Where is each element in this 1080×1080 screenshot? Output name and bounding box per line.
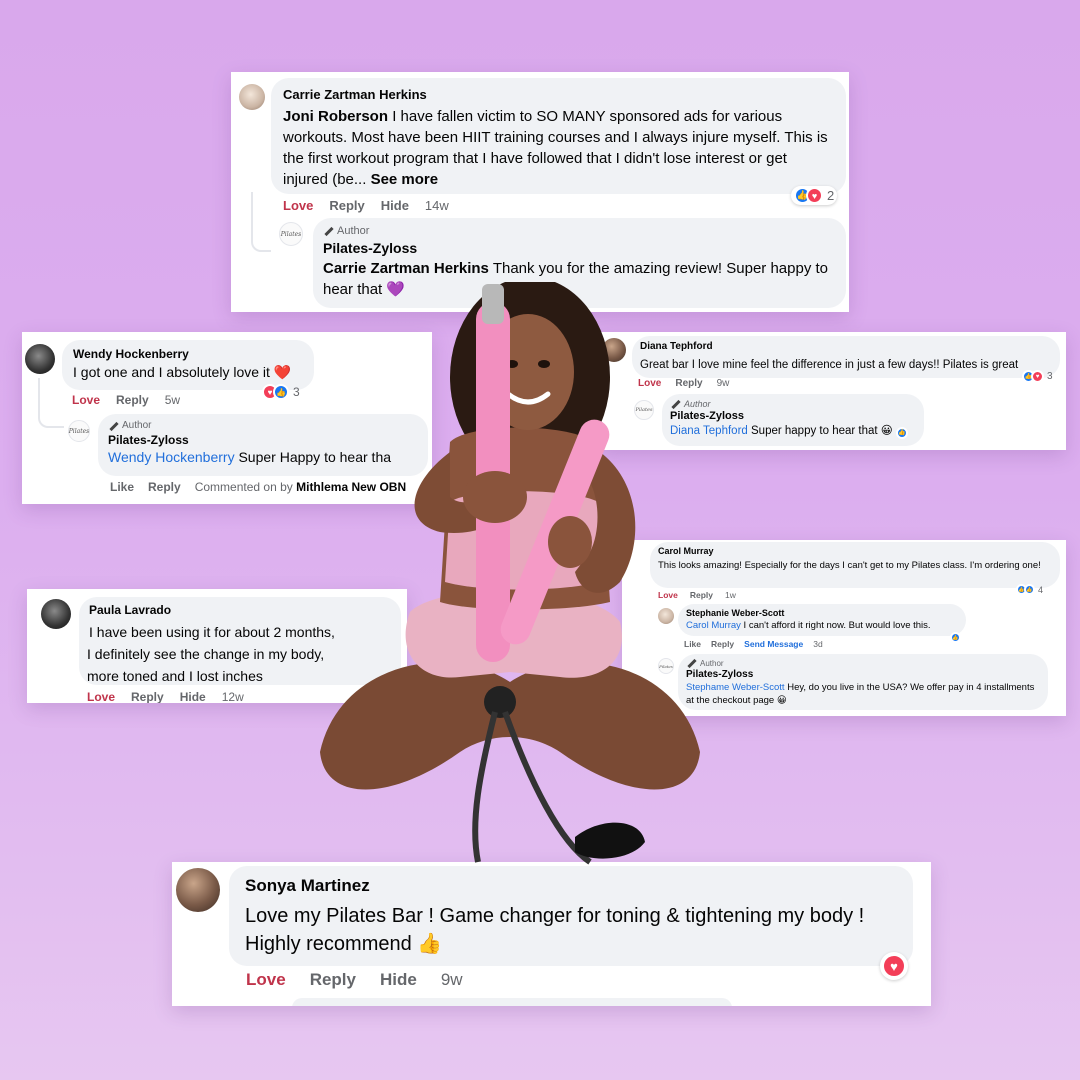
pilates-zyloss-avatar[interactable]: Pilates (279, 222, 303, 246)
reaction-summary[interactable]: 👍 ♥ 3 (1022, 370, 1053, 383)
reaction-count: 2 (827, 188, 835, 203)
mention-link[interactable]: Joni Roberson (283, 108, 388, 125)
reply-action[interactable]: Reply (329, 198, 364, 213)
heart-icon: ❤️ (273, 364, 292, 380)
reply-bubble: Author Pilates-Zyloss Stephame Weber-Sco… (678, 654, 1048, 710)
smile-icon: 😀 (776, 695, 787, 706)
reaction-count: 4 (1038, 584, 1044, 595)
comment-actions: Love Reply Hide 9w (246, 970, 463, 990)
love-action[interactable]: Love (87, 690, 115, 703)
like-action[interactable]: Like (110, 480, 134, 494)
timestamp[interactable]: 1w (725, 590, 736, 600)
logo-text: Pilates (68, 427, 90, 435)
reply-author-name[interactable]: Pilates-Zyloss (686, 669, 1040, 680)
timestamp[interactable]: 3d (813, 639, 822, 649)
comment-text: I got one and I absolutely love it (73, 364, 270, 380)
hide-action[interactable]: Hide (381, 198, 409, 213)
reply-text: I can't afford it right now. But would l… (743, 620, 931, 631)
commenter-name[interactable]: Wendy Hockenberry (73, 347, 303, 361)
reply-text: Super happy to hear that (751, 425, 878, 437)
mention-link[interactable]: Wendy Hockenberry (108, 449, 235, 465)
comment-actions: Love Reply 5w (72, 393, 180, 407)
avatar[interactable] (25, 344, 55, 374)
reaction-summary[interactable]: 👍 👍 4 (1016, 584, 1043, 595)
reply-action[interactable]: Reply (131, 690, 164, 703)
hand (548, 516, 592, 568)
love-action[interactable]: Love (246, 970, 286, 990)
woman-with-pilates-bar-photo (320, 282, 700, 865)
pencil-icon (108, 421, 118, 431)
comment-card-sonya: Sonya Martinez Love my Pilates Bar ! Gam… (172, 862, 931, 1006)
author-label: Author (122, 420, 152, 431)
reaction-summary[interactable]: 👍 (950, 632, 961, 643)
thread-line (38, 378, 64, 428)
reaction-summary[interactable]: ♥ (880, 952, 908, 980)
love-reaction-icon: ♥ (806, 187, 823, 204)
comment-bubble: Wendy Hockenberry I got one and I absolu… (62, 340, 314, 390)
comment-actions: Love Reply Hide 14w (283, 198, 449, 213)
comment-card-carrie: Carrie Zartman Herkins Joni Roberson I h… (231, 72, 849, 312)
reaction-summary[interactable]: ♥ 👍 3 (262, 384, 300, 400)
timestamp[interactable]: 5w (165, 393, 180, 407)
pencil-icon (323, 226, 333, 236)
thread-line (251, 192, 271, 252)
foot-strap (575, 822, 645, 859)
reply-author-name[interactable]: Stephanie Weber-Scott (686, 608, 958, 618)
love-action[interactable]: Love (72, 393, 100, 407)
author-badge: Author (323, 225, 836, 237)
reply-action[interactable]: Reply (148, 480, 181, 494)
see-more-link[interactable]: See more (371, 171, 439, 188)
timestamp[interactable]: 14w (425, 198, 449, 213)
timestamp[interactable]: 12w (222, 690, 244, 703)
avatar[interactable] (41, 599, 71, 629)
pilates-zyloss-avatar[interactable]: Pilates (68, 420, 90, 442)
like-reaction-icon: 👍 (950, 632, 961, 643)
send-message-action[interactable]: Send Message (744, 639, 803, 649)
mention-link[interactable]: Carrie Zartman Herkins (323, 260, 489, 277)
hand (463, 471, 527, 523)
like-reaction-icon: 👍 (1024, 584, 1035, 595)
love-reaction-icon: ♥ (1031, 370, 1044, 383)
bar-connector (484, 686, 516, 718)
reply-bubble: Stephanie Weber-Scott Carol Murray I can… (678, 604, 966, 636)
comment-text: Love my Pilates Bar ! Game changer for t… (245, 905, 865, 955)
author-badge: Author (686, 658, 1040, 668)
reaction-summary[interactable]: 👍 ♥ 2 (791, 186, 838, 205)
thumbs-up-icon: 👍 (417, 933, 443, 955)
love-action[interactable]: Love (283, 198, 313, 213)
logo-text: Pilates (280, 230, 302, 238)
smile-icon: 😀 (880, 425, 893, 437)
reply-action[interactable]: Reply (116, 393, 149, 407)
next-comment-bubble (292, 998, 732, 1006)
comment-bubble: Carrie Zartman Herkins Joni Roberson I h… (271, 78, 846, 194)
hide-action[interactable]: Hide (180, 690, 206, 703)
author-label: Author (337, 225, 370, 237)
reaction-count: 3 (1047, 371, 1053, 382)
reply-author-name[interactable]: Pilates-Zyloss (323, 240, 836, 256)
avatar[interactable] (239, 84, 265, 110)
avatar[interactable] (176, 868, 220, 912)
commenter-name[interactable]: Carrie Zartman Herkins (283, 87, 834, 102)
like-reaction-icon: 👍 (896, 426, 908, 439)
comment-actions: Love Reply Hide 12w (87, 690, 244, 703)
timestamp[interactable]: 9w (441, 970, 463, 990)
hide-action[interactable]: Hide (380, 970, 417, 990)
reaction-count: 3 (293, 385, 300, 399)
like-reaction-icon: 👍 (273, 384, 289, 400)
bar-metal-cap (482, 284, 504, 324)
love-reaction-icon: ♥ (882, 954, 906, 978)
reply-action[interactable]: Reply (310, 970, 356, 990)
